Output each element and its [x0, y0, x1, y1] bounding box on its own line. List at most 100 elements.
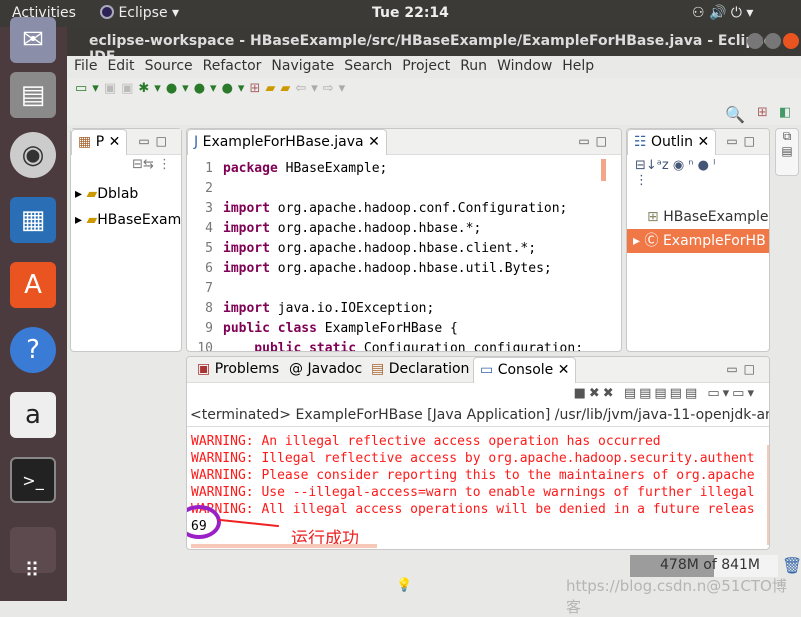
- menu-run[interactable]: Run: [460, 58, 487, 74]
- close-icon[interactable]: ✕: [109, 134, 121, 150]
- package-icon: ▦: [78, 134, 92, 150]
- system-tray-icons[interactable]: ⚇ 🔊 ⏻ ▾: [692, 5, 753, 21]
- console-toolbar[interactable]: ■✖✖ ▤▤▤▤▤ ▭▾▭▾: [187, 383, 769, 407]
- code-line: 2: [205, 181, 213, 196]
- menu-project[interactable]: Project: [402, 58, 450, 74]
- lightbulb-icon[interactable]: 💡: [396, 578, 412, 593]
- close-icon[interactable]: ✕: [698, 134, 710, 150]
- tab-problems[interactable]: ▣ Problems: [191, 357, 285, 383]
- declaration-icon: ▤: [371, 361, 385, 377]
- tab-console[interactable]: ▭ Console ✕: [473, 357, 577, 383]
- software-icon[interactable]: A: [10, 262, 56, 308]
- external-tools-icon[interactable]: ●▾: [222, 81, 250, 96]
- console-line: WARNING: All illegal access operations w…: [191, 502, 755, 517]
- debug-icon[interactable]: ✱▾: [138, 81, 165, 96]
- console-icon: ▭: [480, 362, 494, 378]
- close-icon[interactable]: ✕: [368, 134, 380, 150]
- class-icon: Ⓒ: [644, 233, 659, 249]
- trim-stack[interactable]: ⧉ ▤: [775, 128, 799, 176]
- new-icon[interactable]: ▭▾: [75, 81, 104, 96]
- menu-bar: File Edit Source Refactor Navigate Search Proj…: [67, 56, 801, 78]
- help-icon[interactable]: ?: [10, 327, 56, 373]
- menu-source[interactable]: Source: [145, 58, 193, 74]
- minimize-maximize[interactable]: ▭□: [138, 134, 173, 148]
- new-class-icon[interactable]: ⊞: [249, 81, 265, 96]
- menu-edit[interactable]: Edit: [107, 58, 134, 74]
- files-icon[interactable]: ▤: [10, 72, 56, 118]
- outline: ☷ Outlin ✕ ▭□ ⊟↓ᵃz ◉ ⁿ ● ˡ ⋮ ⊞ HBaseExampl…: [626, 128, 770, 352]
- scrollbar[interactable]: [767, 445, 769, 545]
- heap-status[interactable]: 478M of 841M: [630, 555, 778, 577]
- tab-declaration[interactable]: ▤ Declaration: [365, 357, 475, 383]
- minimize-button[interactable]: [747, 33, 763, 49]
- mail-icon[interactable]: ✉: [10, 17, 56, 63]
- toolbar: ▭▾▣▣✱▾●▾●▾●▾⊞▰▰⇦▾⇨▾ 🔍 ⊞ ◧: [67, 78, 801, 125]
- menu-help[interactable]: Help: [562, 58, 594, 74]
- nav-back-icon[interactable]: ⇦▾⇨▾: [295, 81, 350, 96]
- clock[interactable]: Tue 22:14: [372, 5, 449, 21]
- collapse-link-icons[interactable]: ⊟⇆ ⋮: [71, 155, 181, 179]
- code-line: 6 import org.apache.hadoop.hbase.util.Byt…: [205, 261, 552, 276]
- code-line: 7: [205, 281, 213, 296]
- run-icon[interactable]: ●▾: [166, 81, 194, 96]
- console-line: WARNING: Please consider reporting this …: [191, 468, 755, 483]
- code-line: 1 package HBaseExample;: [205, 161, 388, 176]
- rhythmbox-icon[interactable]: ◉: [10, 132, 56, 178]
- launcher: ✉ ▤ ◉ ▦ A ? a >_ ⠿: [0, 17, 67, 601]
- code-line: 5 import org.apache.hadoop.hbase.client.*…: [205, 241, 537, 256]
- minimize-maximize[interactable]: ▭□: [726, 362, 761, 376]
- outline-toolbar[interactable]: ⊟↓ᵃz ◉ ⁿ ● ˡ ⋮: [627, 155, 769, 205]
- amazon-icon[interactable]: a: [10, 392, 56, 438]
- search-icon[interactable]: 🔍: [725, 105, 745, 124]
- menu-refactor[interactable]: Refactor: [203, 58, 262, 74]
- tab-package-explorer[interactable]: ▦ P ✕: [71, 129, 128, 155]
- console-output[interactable]: WARNING: An illegal reflective access op…: [187, 427, 769, 518]
- terminal-icon[interactable]: >_: [10, 457, 56, 503]
- menu-window[interactable]: Window: [497, 58, 552, 74]
- outline-item-package[interactable]: ⊞ HBaseExample: [627, 205, 769, 229]
- close-icon[interactable]: ✕: [558, 362, 570, 378]
- tab-examplefor-hbase-java[interactable]: J ExampleForHBase.java ✕: [187, 129, 387, 155]
- open-perspective-icon[interactable]: ⊞: [757, 105, 768, 120]
- at-icon: @: [289, 361, 303, 377]
- code-line: 4 import org.apache.hadoop.hbase.*;: [205, 221, 482, 236]
- app-menu[interactable]: Eclipse ▾: [100, 5, 179, 21]
- outline-item-class[interactable]: ▸ Ⓒ ExampleForHB: [627, 229, 769, 253]
- java-file-icon: J: [194, 134, 199, 150]
- menu-file[interactable]: File: [74, 58, 97, 74]
- minimize-maximize[interactable]: ▭□: [578, 134, 613, 148]
- project-item-hbaseexample[interactable]: ▸ ▰HBaseExam: [75, 207, 181, 233]
- coverage-icon[interactable]: ●▾: [194, 81, 222, 96]
- tab-javadoc[interactable]: @ Javadoc: [283, 357, 368, 383]
- console-line: WARNING: Illegal reflective access by or…: [191, 451, 755, 466]
- save-icon[interactable]: ▣▣: [104, 81, 139, 96]
- menu-navigate[interactable]: Navigate: [271, 58, 334, 74]
- outline-icon: ☷: [634, 134, 647, 150]
- watermark: https://blog.csdn.n@51CTO博客: [566, 577, 787, 616]
- overview-marker: [601, 159, 606, 181]
- project-item-dblab[interactable]: ▸ ▰Dblab: [75, 181, 177, 207]
- annotation-underline: [191, 544, 377, 548]
- code-line: 10 public static Configuration configura…: [197, 341, 584, 352]
- garbage-collect-icon[interactable]: 🗑: [782, 556, 801, 575]
- console-line: WARNING: An illegal reflective access op…: [191, 434, 661, 449]
- close-button[interactable]: [783, 33, 799, 49]
- console-header: <terminated> ExampleForHBase [Java Appli…: [187, 407, 769, 427]
- eclipse-icon: [100, 5, 114, 19]
- writer-icon[interactable]: ▦: [10, 197, 56, 243]
- problems-icon: ▣: [197, 361, 211, 377]
- code-area[interactable]: 1 package HBaseExample; 2 3 import org.apach…: [187, 155, 621, 352]
- java-perspective-icon[interactable]: ◧: [779, 105, 791, 120]
- code-line: 9 public class ExampleForHBase {: [205, 321, 458, 336]
- apps-grid-icon[interactable]: ⠿: [10, 547, 56, 593]
- console-panel: ▣ Problems @ Javadoc ▤ Declaration ▭ Con…: [186, 356, 770, 550]
- editor: J ExampleForHBase.java ✕ ▭□ 1 package HBas…: [186, 128, 622, 352]
- menu-search[interactable]: Search: [344, 58, 392, 74]
- package-explorer: ▦ P ✕ ▭□ ⊟⇆ ⋮ ▸ ▰Dblab ▸ ▰HBaseExam: [70, 128, 182, 352]
- minimize-maximize[interactable]: ▭□: [726, 134, 761, 148]
- top-bar: Activities Eclipse ▾ Tue 22:14 ⚇ 🔊 ⏻ ▾: [0, 0, 801, 27]
- tab-outline[interactable]: ☷ Outlin ✕: [627, 129, 717, 155]
- maximize-button[interactable]: [765, 33, 781, 49]
- code-line: 8 import java.io.IOException;: [205, 301, 435, 316]
- open-type-icon[interactable]: ▰▰: [265, 81, 295, 96]
